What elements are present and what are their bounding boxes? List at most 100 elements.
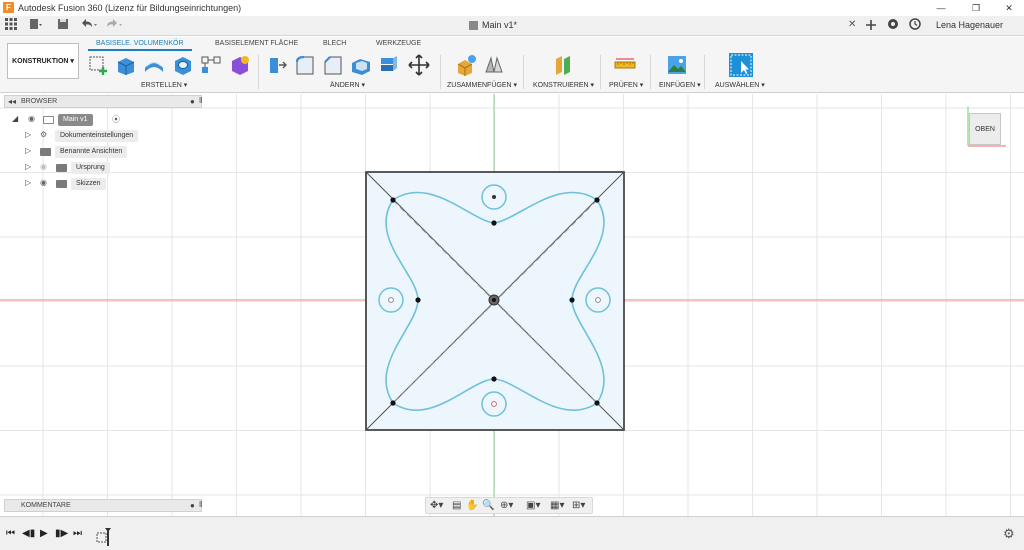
sketch-point[interactable] — [491, 401, 497, 407]
sketch-point[interactable] — [492, 195, 496, 199]
panel-resize-handle[interactable]: ‖ — [199, 96, 202, 105]
hidden-eye-icon[interactable]: ◉ — [40, 162, 47, 171]
gear-icon: ⚙ — [40, 130, 48, 139]
browser-panel-header[interactable]: ◂◂ BROWSER ● ‖ — [4, 95, 202, 108]
group-create[interactable]: ERSTELLEN ▾ — [141, 81, 187, 89]
visibility-eye-icon[interactable]: ◉ — [28, 114, 35, 123]
tab-surface[interactable]: BASISELEMENT FLÄCHE — [215, 40, 298, 47]
extrude-icon[interactable] — [115, 54, 137, 76]
panel-options-icon[interactable]: ● — [190, 97, 195, 106]
collapse-icon[interactable]: ◂◂ — [8, 97, 16, 106]
orbit-icon[interactable]: ✥▾ — [430, 500, 443, 512]
comments-panel[interactable]: KOMMENTARE ● ‖ — [4, 499, 202, 512]
combine-icon[interactable] — [378, 54, 400, 76]
joint-icon[interactable] — [483, 54, 505, 76]
visibility-eye-icon[interactable]: ◉ — [40, 178, 47, 187]
comments-add-icon[interactable]: ● — [190, 501, 195, 510]
expand-arrow-icon[interactable]: ▷ — [25, 162, 31, 171]
tree-root-main[interactable]: ◢ ◉ Main v1 ⦿ — [12, 114, 132, 126]
look-at-icon[interactable]: ▤ — [452, 500, 461, 512]
user-name[interactable]: Lena Hagenauer — [936, 20, 1003, 30]
tab-solid[interactable]: BASISELE. VOLUMENKÖR — [96, 40, 184, 47]
maximize-button[interactable]: ❐ — [961, 1, 991, 15]
sketch-point[interactable] — [415, 297, 421, 303]
go-to-start-icon[interactable]: ⏮ — [6, 528, 15, 539]
sketch-point[interactable] — [594, 400, 600, 406]
sketch-point[interactable] — [569, 297, 575, 303]
document-icon — [43, 116, 54, 124]
display-settings-icon[interactable]: ▣▾ — [526, 500, 540, 512]
expand-arrow-icon[interactable]: ▷ — [25, 130, 31, 139]
folder-icon — [56, 164, 67, 172]
offset-plane-icon[interactable] — [552, 54, 574, 76]
sketch-view[interactable] — [0, 94, 1024, 516]
folder-icon — [56, 180, 67, 188]
sketch-point[interactable] — [594, 197, 600, 203]
group-select[interactable]: AUSWÄHLEN ▾ — [715, 81, 765, 89]
sketch-point[interactable] — [390, 197, 396, 203]
play-icon[interactable]: ▶ — [40, 528, 48, 539]
activate-radio-icon[interactable]: ⦿ — [112, 114, 120, 125]
sketch-point[interactable] — [388, 297, 394, 303]
tree-item-label: Ursprung — [71, 162, 110, 174]
viewports-icon[interactable]: ⊞▾ — [572, 500, 585, 512]
pattern-icon[interactable] — [200, 54, 222, 76]
fusion-logo-icon: F — [3, 2, 14, 13]
timeline-sketch-feature-icon[interactable] — [96, 528, 114, 549]
move-copy-icon[interactable] — [408, 54, 430, 76]
canvas[interactable] — [0, 94, 1024, 516]
tab-tools[interactable]: WERKZEUGE — [376, 40, 421, 47]
tree-item-named-views[interactable]: ▷ Benannte Ansichten — [25, 146, 145, 158]
pan-hand-icon[interactable]: ✋ — [466, 500, 478, 512]
group-assemble[interactable]: ZUSAMMENFÜGEN ▾ — [447, 81, 517, 89]
sketch-point[interactable] — [491, 376, 497, 382]
expand-arrow-icon[interactable]: ◢ — [12, 114, 18, 123]
panel-resize-handle[interactable]: ‖ — [199, 500, 202, 509]
revolve-icon[interactable] — [143, 54, 165, 76]
step-back-icon[interactable]: ◀▮ — [22, 528, 35, 539]
extensions-icon[interactable] — [886, 18, 900, 34]
navigation-bar: ✥▾ ▤ ✋ 🔍 ⊕▾ ▣▾ ▦▾ ⊞▾ — [425, 497, 593, 514]
folder-icon — [40, 148, 51, 156]
sketch-point[interactable] — [491, 220, 497, 226]
measure-icon[interactable] — [614, 54, 636, 76]
step-forward-icon[interactable]: ▮▶ — [55, 528, 68, 539]
workspace-selector[interactable]: KONSTRUKTION ▾ — [7, 43, 79, 79]
group-modify[interactable]: ÄNDERN ▾ — [330, 81, 365, 89]
close-window-button[interactable]: ✕ — [994, 1, 1024, 15]
zoom-icon[interactable]: 🔍 — [482, 500, 494, 512]
tree-item-sketches[interactable]: ▷ ◉ Skizzen — [25, 178, 145, 190]
group-construct[interactable]: KONSTRUIEREN ▾ — [533, 81, 594, 89]
chamfer-icon[interactable] — [322, 54, 344, 76]
tab-sheet-metal[interactable]: BLECH — [323, 40, 346, 47]
group-insert[interactable]: EINFÜGEN ▾ — [659, 81, 701, 89]
group-inspect[interactable]: PRÜFEN ▾ — [609, 81, 643, 89]
shell-icon[interactable] — [350, 54, 372, 76]
expand-arrow-icon[interactable]: ▷ — [25, 146, 31, 155]
close-tab-icon[interactable]: ✕ — [848, 19, 856, 30]
document-tab[interactable]: Main v1* ✕ — [0, 16, 862, 36]
insert-image-icon[interactable] — [666, 54, 688, 76]
origin-center — [492, 298, 496, 302]
select-icon[interactable] — [728, 52, 754, 78]
fillet-icon[interactable] — [294, 54, 316, 76]
gear-icon[interactable]: ⚙ — [1003, 526, 1015, 542]
tree-item-document-settings[interactable]: ▷ ⚙ Dokumenteinstellungen — [25, 130, 145, 142]
expand-arrow-icon[interactable]: ▷ — [25, 178, 31, 187]
press-pull-icon[interactable] — [266, 54, 288, 76]
sketch-point[interactable] — [390, 400, 396, 406]
go-to-end-icon[interactable]: ⏭ — [73, 528, 82, 539]
new-component-icon[interactable] — [455, 54, 477, 76]
job-status-icon[interactable] — [908, 18, 922, 34]
zoom-window-icon[interactable]: ⊕▾ — [500, 500, 513, 512]
title-bar: F Autodesk Fusion 360 (Lizenz für Bildun… — [0, 0, 1024, 16]
tree-item-origin[interactable]: ▷ ◉ Ursprung — [25, 162, 145, 174]
create-sketch-icon[interactable] — [88, 54, 110, 76]
hole-icon[interactable] — [172, 54, 194, 76]
app-toolbar: Main v1* ✕ Lena Hagenauer — [0, 16, 1024, 36]
grid-settings-icon[interactable]: ▦▾ — [550, 500, 564, 512]
sketch-point[interactable] — [595, 297, 601, 303]
new-tab-icon[interactable] — [864, 18, 878, 34]
form-icon[interactable] — [229, 54, 251, 76]
minimize-button[interactable]: — — [926, 1, 956, 15]
